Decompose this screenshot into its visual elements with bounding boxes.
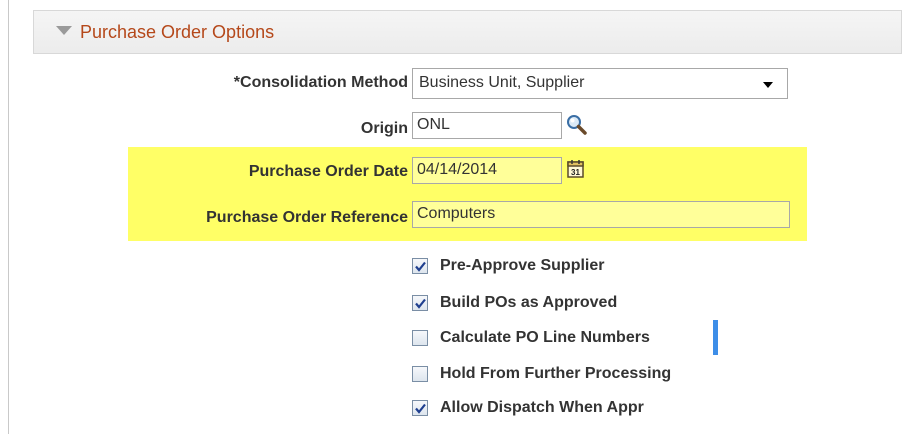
checkmark-icon: [415, 298, 426, 309]
checkmark-icon: [415, 403, 426, 414]
dropdown-arrow-icon[interactable]: [763, 82, 773, 88]
svg-text:31: 31: [571, 168, 580, 177]
origin-input[interactable]: ONL: [412, 112, 562, 139]
checkbox-box[interactable]: [412, 400, 428, 416]
checkbox-label: Build POs as Approved: [440, 294, 618, 311]
po-reference-label: Purchase Order Reference: [206, 209, 408, 226]
checkbox-box[interactable]: [412, 330, 428, 346]
checkbox-box[interactable]: [412, 295, 428, 311]
checkbox-label: Hold From Further Processing: [440, 365, 672, 382]
section-title: Purchase Order Options: [80, 22, 275, 42]
checkbox-label: Pre-Approve Supplier: [440, 257, 605, 274]
checkbox-label: Allow Dispatch When Appr: [440, 399, 644, 416]
origin-label: Origin: [360, 120, 408, 137]
po-reference-input[interactable]: Computers: [412, 201, 790, 228]
consolidation-method-label: *Consolidation Method: [233, 74, 408, 91]
focus-indicator-bar: [713, 320, 718, 355]
po-date-input[interactable]: 04/14/2014: [412, 157, 562, 184]
lookup-magnifier-icon[interactable]: [566, 114, 588, 141]
checkmark-icon: [415, 261, 426, 272]
checkbox-box[interactable]: [412, 258, 428, 274]
consolidation-method-value: Business Unit, Supplier: [419, 74, 585, 91]
checkbox-box[interactable]: [412, 366, 428, 382]
checkbox-label: Calculate PO Line Numbers: [440, 329, 650, 346]
calendar-icon[interactable]: 31: [566, 159, 586, 184]
consolidation-method-select[interactable]: Business Unit, Supplier: [412, 68, 788, 99]
po-date-label: Purchase Order Date: [248, 163, 408, 180]
section-header[interactable]: Purchase Order Options: [33, 10, 902, 54]
collapse-triangle-icon[interactable]: [56, 26, 72, 35]
